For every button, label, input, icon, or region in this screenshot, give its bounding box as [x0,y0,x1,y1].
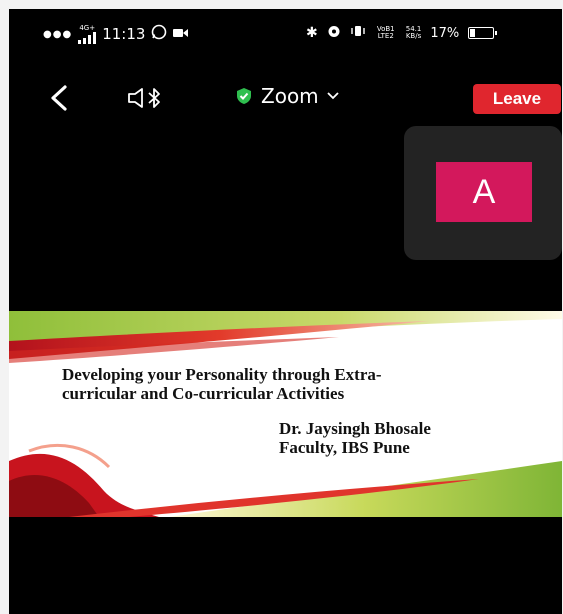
meeting-top-bar: Zoom Leave [9,81,562,117]
volte-indicator: VoB1 LTE2 [376,25,395,40]
slide-background-graphic [9,311,562,517]
participant-video-tile[interactable]: A [404,126,562,260]
slide-author-block: Dr. Jaysingh Bhosale Faculty, IBS Pune [279,419,431,457]
vibrate-icon [350,25,366,41]
data-speed-indicator: 54.1 KB/s [406,26,422,40]
chevron-down-icon [327,92,339,100]
zoom-meeting-screen: ●●● 4G+ 11:13 ✱ VoB1 LTE2 54.1 KB/s 17% … [9,9,562,614]
back-button[interactable] [45,83,75,113]
battery-icon [468,27,498,39]
slide-title-line-1: Developing your Personality through Extr… [62,365,382,384]
signal-dots-icon: ●●● [43,28,73,40]
slide-title-line-2: curricular and Co-curricular Activities [62,384,345,403]
chevron-left-icon [51,85,67,111]
whatsapp-icon [151,24,167,44]
shield-check-icon [237,88,251,104]
data-speed-unit: KB/s [405,32,422,40]
signal-strength-icon [78,31,97,44]
meeting-name: Zoom [261,84,319,108]
slide-author-affiliation: Faculty, IBS Pune [279,438,410,457]
leave-button[interactable]: Leave [473,84,561,114]
avatar: A [436,162,532,222]
audio-output-button[interactable] [127,86,167,114]
bluetooth-icon: ✱ [306,25,318,41]
status-bar-left: ●●● 4G+ 11:13 [43,24,189,44]
status-bar: ●●● 4G+ 11:13 ✱ VoB1 LTE2 54.1 KB/s 17% [9,9,562,57]
network-type-indicator: 4G+ [78,23,97,44]
meeting-info-dropdown[interactable]: Zoom [235,84,339,108]
shared-screen-slide: Developing your Personality through Extr… [9,311,562,517]
clock: 11:13 [102,25,146,43]
battery-percent: 17% [430,25,460,41]
network-type-label: 4G+ [79,23,96,32]
alarm-icon [327,24,341,42]
slide-title: Developing your Personality through Extr… [62,365,532,403]
bluetooth-speaker-icon [128,88,160,108]
slide-author-name: Dr. Jaysingh Bhosale [279,419,431,438]
video-camera-icon [173,25,189,43]
status-bar-right: ✱ VoB1 LTE2 54.1 KB/s 17% [306,24,498,42]
